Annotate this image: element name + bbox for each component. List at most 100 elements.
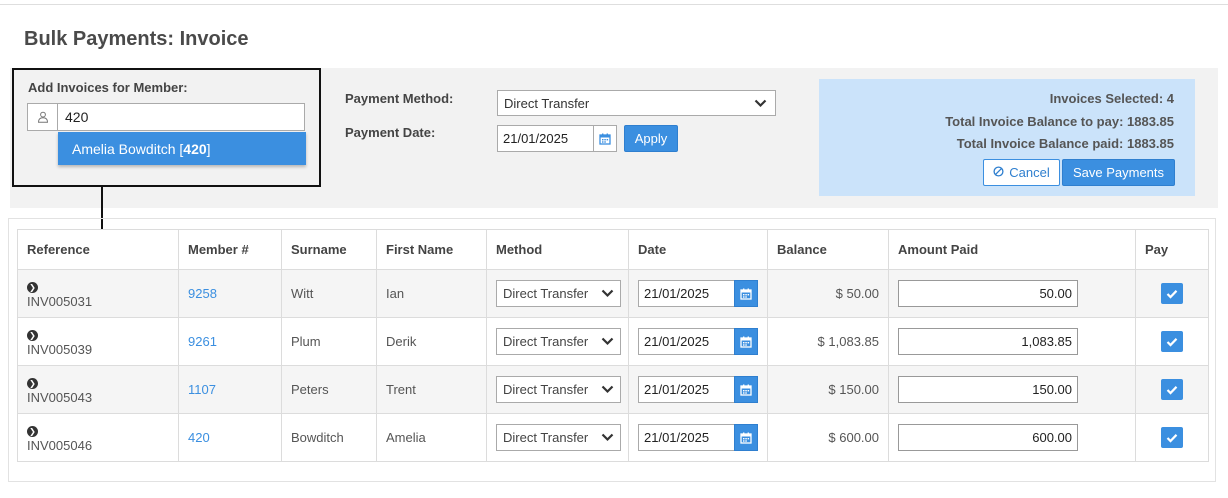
amount-paid-input[interactable] — [898, 328, 1078, 355]
table-row: ❯ INV005043 1107 Peters Trent Direct Transfer… — [17, 365, 1209, 414]
suggestion-close-bracket: ] — [206, 140, 211, 157]
row-method-value: Direct Transfer — [503, 382, 589, 397]
row-date-group: 21/01/2025 — [638, 376, 758, 403]
row-method-select[interactable]: Direct Transfer — [496, 328, 621, 355]
top-border — [0, 0, 1228, 5]
calendar-icon[interactable] — [734, 376, 758, 403]
amount-paid-cell — [888, 365, 1136, 414]
total-balance-paid: Total Invoice Balance paid: 1883.85 — [956, 136, 1174, 151]
surname-cell: Bowditch — [281, 413, 377, 462]
amount-paid-cell — [888, 413, 1136, 462]
row-date-input[interactable]: 21/01/2025 — [638, 280, 735, 307]
chevron-right-circle-icon[interactable]: ❯ — [27, 425, 38, 437]
pay-checkbox[interactable] — [1161, 283, 1183, 304]
calendar-icon[interactable] — [734, 280, 758, 307]
cancel-button[interactable]: Cancel — [983, 159, 1060, 186]
header-pay[interactable]: Pay — [1135, 229, 1209, 270]
date-cell: 21/01/2025 — [628, 269, 768, 318]
checkmark-icon — [1166, 289, 1178, 299]
method-cell: Direct Transfer — [486, 365, 629, 414]
pay-checkbox[interactable] — [1161, 331, 1183, 352]
header-surname[interactable]: Surname — [281, 229, 377, 270]
calendar-icon[interactable] — [593, 125, 617, 152]
chevron-right-circle-icon[interactable]: ❯ — [27, 281, 38, 293]
balance-cell: $ 150.00 — [767, 365, 889, 414]
suggestion-name: Amelia Bowditch [ — [72, 140, 184, 157]
member-cell: 9258 — [178, 269, 282, 318]
payment-method-label: Payment Method: — [345, 91, 454, 106]
pay-checkbox[interactable] — [1161, 379, 1183, 400]
header-method[interactable]: Method — [486, 229, 629, 270]
member-link[interactable]: 1107 — [188, 382, 216, 397]
calendar-icon[interactable] — [734, 424, 758, 451]
row-date-input[interactable]: 21/01/2025 — [638, 328, 735, 355]
balance-cell: $ 600.00 — [767, 413, 889, 462]
chevron-right-circle-icon[interactable]: ❯ — [27, 329, 38, 341]
row-method-select[interactable]: Direct Transfer — [496, 376, 621, 403]
checkmark-icon — [1166, 433, 1178, 443]
invoice-reference: INV005039 — [27, 341, 93, 357]
header-first-name[interactable]: First Name — [376, 229, 487, 270]
row-date-group: 21/01/2025 — [638, 328, 758, 355]
payment-method-select[interactable]: Direct Transfer — [497, 90, 776, 116]
apply-button[interactable]: Apply — [624, 125, 678, 152]
date-cell: 21/01/2025 — [628, 365, 768, 414]
header-member[interactable]: Member # — [178, 229, 282, 270]
pay-cell — [1135, 413, 1209, 462]
surname-cell: Plum — [281, 317, 377, 366]
row-method-select[interactable]: Direct Transfer — [496, 424, 621, 451]
member-search-group — [27, 103, 305, 131]
balance-cell: $ 1,083.85 — [767, 317, 889, 366]
chevron-down-icon — [601, 286, 614, 301]
reference-cell: ❯ INV005031 — [17, 269, 179, 318]
amount-paid-input[interactable] — [898, 280, 1078, 307]
header-reference[interactable]: Reference — [17, 229, 179, 270]
row-date-input[interactable]: 21/01/2025 — [638, 424, 735, 451]
table-header-row: Reference Member # Surname First Name Me… — [17, 229, 1209, 270]
row-date-group: 21/01/2025 — [638, 424, 758, 451]
cancel-label: Cancel — [1009, 165, 1050, 180]
member-cell: 1107 — [178, 365, 282, 414]
table-body: ❯ INV005031 9258 Witt Ian Direct Transfer 21/0… — [17, 269, 1209, 462]
header-balance[interactable]: Balance — [767, 229, 889, 270]
user-icon — [27, 103, 57, 131]
invoice-reference: INV005046 — [27, 437, 93, 453]
row-method-value: Direct Transfer — [503, 430, 589, 445]
header-date[interactable]: Date — [628, 229, 768, 270]
calendar-icon[interactable] — [734, 328, 758, 355]
payment-method-value: Direct Transfer — [504, 95, 590, 111]
amount-paid-cell — [888, 269, 1136, 318]
reference-cell: ❯ INV005046 — [17, 413, 179, 462]
suggestion-member-id: 420 — [183, 140, 207, 157]
row-method-select[interactable]: Direct Transfer — [496, 280, 621, 307]
table-row: ❯ INV005031 9258 Witt Ian Direct Transfer 21/0… — [17, 269, 1209, 318]
add-invoices-label: Add Invoices for Member: — [28, 80, 188, 95]
member-cell: 420 — [178, 413, 282, 462]
amount-paid-input[interactable] — [898, 376, 1078, 403]
ban-icon — [993, 165, 1004, 180]
payment-date-input[interactable]: 21/01/2025 — [497, 125, 593, 152]
first-name-cell: Ian — [376, 269, 487, 318]
table-row: ❯ INV005046 420 Bowditch Amelia Direct Transf… — [17, 413, 1209, 462]
member-link[interactable]: 420 — [188, 430, 210, 445]
header-amount-paid[interactable]: Amount Paid — [888, 229, 1136, 270]
save-payments-button[interactable]: Save Payments — [1062, 159, 1175, 186]
amount-paid-input[interactable] — [898, 424, 1078, 451]
member-link[interactable]: 9261 — [188, 334, 217, 349]
total-balance-to-pay: Total Invoice Balance to pay: 1883.85 — [945, 114, 1174, 129]
member-link[interactable]: 9258 — [188, 286, 217, 301]
chevron-down-icon — [601, 382, 614, 397]
method-cell: Direct Transfer — [486, 269, 629, 318]
row-date-input[interactable]: 21/01/2025 — [638, 376, 735, 403]
surname-cell: Peters — [281, 365, 377, 414]
amount-paid-cell — [888, 317, 1136, 366]
pay-checkbox[interactable] — [1161, 427, 1183, 448]
row-method-value: Direct Transfer — [503, 286, 589, 301]
surname-cell: Witt — [281, 269, 377, 318]
balance-cell: $ 50.00 — [767, 269, 889, 318]
member-suggestion[interactable]: Amelia Bowditch [420] — [58, 132, 306, 165]
chevron-right-circle-icon[interactable]: ❯ — [27, 377, 38, 389]
chevron-down-icon — [601, 334, 614, 349]
member-search-input[interactable] — [57, 103, 305, 131]
pay-cell — [1135, 365, 1209, 414]
